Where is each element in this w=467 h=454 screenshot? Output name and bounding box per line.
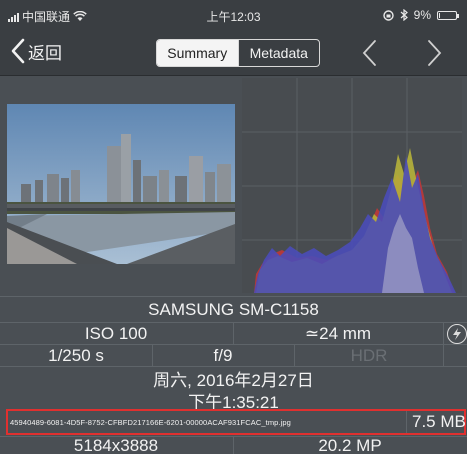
back-button[interactable]: 返回: [10, 38, 62, 64]
tab-metadata[interactable]: Metadata: [237, 40, 320, 66]
capture-time: 下午1:35:21: [188, 392, 279, 412]
megapixels: 20.2 MP: [318, 436, 382, 454]
city-photo-image: [7, 104, 235, 264]
shutter-speed: 1/250 s: [48, 345, 104, 365]
file-name: 45940489-6081-4D5F-8752-CFBFD217166E-620…: [10, 418, 291, 427]
rotation-lock-icon: [382, 9, 394, 21]
nav-bar: 返回 Summary Metadata: [0, 30, 467, 76]
status-right: 9%: [382, 8, 459, 22]
datetime-row: 周六, 2016年2月27日 下午1:35:21: [0, 366, 467, 412]
iso-value: ISO 100: [84, 323, 148, 343]
shutter-aperture-row: 1/250 s f/9 HDR: [0, 344, 467, 366]
image-dimensions: 5184x3888: [73, 436, 159, 454]
back-label: 返回: [28, 43, 62, 63]
iso-focal-row: ISO 100 ≃24 mm: [0, 322, 467, 344]
capture-date: 周六, 2016年2月27日: [153, 370, 314, 390]
file-size: 7.5 MB: [412, 412, 466, 431]
histogram-chart: [242, 78, 462, 293]
focal-length: ≃24 mm: [304, 323, 372, 343]
flash-icon: [447, 324, 467, 344]
histogram-graphic: [242, 78, 462, 293]
tab-summary[interactable]: Summary: [157, 40, 238, 66]
camera-row: SAMSUNG SM-C1158: [0, 296, 467, 322]
previous-photo-button[interactable]: [356, 38, 384, 68]
battery-fill: [439, 12, 440, 18]
battery-percent: 9%: [413, 8, 431, 22]
aperture-value: f/9: [213, 345, 233, 365]
camera-model: SAMSUNG SM-C1158: [148, 299, 319, 319]
chevron-left-icon: [11, 38, 25, 64]
resolution-row: 5184x3888 20.2 MP: [0, 436, 467, 454]
hdr-label: HDR: [350, 345, 388, 365]
view-segmented-control: Summary Metadata: [156, 39, 320, 67]
photo-thumbnail[interactable]: [7, 104, 235, 264]
battery-icon: [437, 10, 459, 20]
next-photo-button[interactable]: [420, 38, 448, 68]
bluetooth-icon: [400, 9, 408, 21]
status-bar: 中国联通 上午12:03 9%: [0, 0, 467, 30]
